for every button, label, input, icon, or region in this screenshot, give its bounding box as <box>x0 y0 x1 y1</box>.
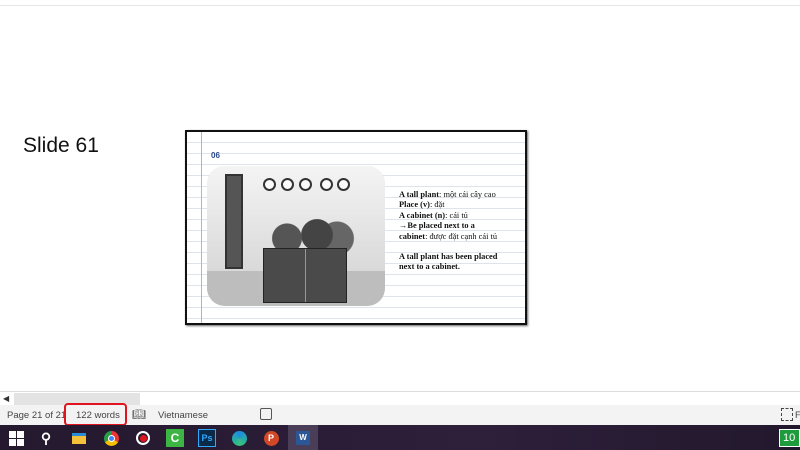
windows-start-icon[interactable] <box>7 429 25 447</box>
clock-icon <box>320 178 333 191</box>
file-explorer-icon[interactable] <box>70 429 88 447</box>
margin-line <box>201 132 202 323</box>
accessibility-icon[interactable] <box>260 408 272 420</box>
note-line: A tall plant has been placed <box>399 252 498 262</box>
word-icon[interactable]: W <box>288 425 318 450</box>
focus-icon[interactable] <box>781 408 793 421</box>
page-count[interactable]: Page 21 of 21 <box>7 410 66 421</box>
clock-icon <box>299 178 312 191</box>
notification-badge[interactable]: 10 <box>779 429 800 447</box>
note-line: Place (v): đặt <box>399 200 445 210</box>
record-icon[interactable] <box>134 429 152 447</box>
search-icon[interactable]: ⚲ <box>37 429 55 447</box>
clock-icon <box>263 178 276 191</box>
taskbar: ⚲ C Ps P W <box>0 425 800 450</box>
language[interactable]: Vietnamese <box>158 410 208 421</box>
note-line: A tall plant: một cái cây cao <box>399 190 496 199</box>
clock-icon <box>281 178 294 191</box>
scroll-left-icon[interactable]: ◀ <box>3 394 9 403</box>
note-line: cabinet: được đặt cạnh cái tủ <box>399 231 498 241</box>
note-line: A cabinet (n): cái tủ <box>399 210 468 220</box>
tapestry <box>225 174 243 269</box>
slide-label: Slide 61 <box>23 134 99 157</box>
office-photo <box>207 166 385 306</box>
vocabulary-notes: A tall plant: một cái cây cao Place (v):… <box>399 190 497 273</box>
word-count-highlight <box>64 403 127 426</box>
clock-icon <box>337 178 350 191</box>
proofing-book-icon[interactable]: 📖︎ <box>132 408 146 421</box>
camtasia-icon[interactable]: C <box>166 429 184 447</box>
note-line: next to a cabinet. <box>399 262 460 272</box>
cabinet <box>263 248 347 303</box>
powerpoint-icon[interactable]: P <box>262 429 280 447</box>
photoshop-icon[interactable]: Ps <box>198 429 216 447</box>
edge-icon[interactable] <box>230 429 248 447</box>
focus-label[interactable]: F <box>795 410 800 421</box>
chrome-icon[interactable] <box>102 429 120 447</box>
plants <box>257 218 357 252</box>
note-line: →Be placed next to a <box>399 221 475 231</box>
slide-image[interactable]: 06 A tall plant: một cái cây cao Place (… <box>185 130 527 325</box>
slide-number: 06 <box>211 151 220 160</box>
